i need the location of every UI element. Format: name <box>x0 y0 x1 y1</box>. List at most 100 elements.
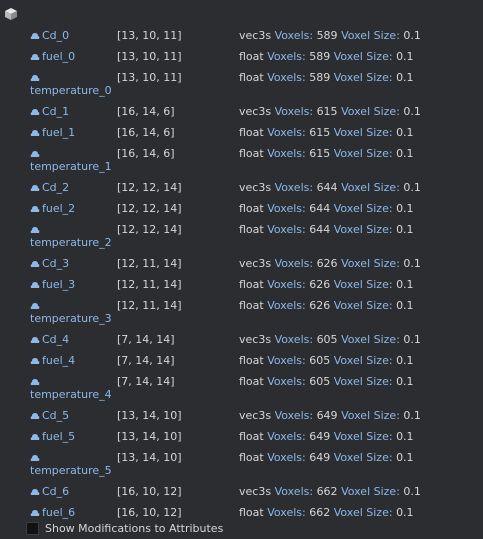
volume-icon <box>30 33 40 39</box>
voxel-size-value: 0.1 <box>403 181 421 194</box>
voxel-size-value: 0.1 <box>396 506 414 519</box>
voxel-count: 644 <box>309 202 331 215</box>
volume-type: float <box>239 354 264 367</box>
volume-info: vec3s Voxels: 662 Voxel Size: 0.1 <box>239 483 421 501</box>
volume-type: float <box>239 506 264 519</box>
volume-info: vec3s Voxels: 649 Voxel Size: 0.1 <box>239 407 421 425</box>
voxel-count: 605 <box>309 375 331 388</box>
volume-icon <box>30 434 40 440</box>
volume-row: temperature_2 [12, 12, 14] float Voxels: 6… <box>0 221 483 249</box>
volume-type: float <box>239 451 264 464</box>
voxel-count: 589 <box>309 50 331 63</box>
volume-icon <box>30 282 40 288</box>
voxel-size-label: Voxel Size: <box>341 257 400 270</box>
voxel-size-value: 0.1 <box>396 223 414 236</box>
voxel-count: 615 <box>309 147 331 160</box>
volume-name: temperature_3 <box>30 312 112 325</box>
volume-type: float <box>239 278 264 291</box>
volume-icon <box>30 54 40 60</box>
volume-info: float Voxels: 644 Voxel Size: 0.1 <box>239 221 414 239</box>
voxels-label: Voxels: <box>274 333 314 346</box>
voxel-count: 615 <box>316 105 338 118</box>
voxel-size-value: 0.1 <box>396 430 414 443</box>
volume-info: float Voxels: 626 Voxel Size: 0.1 <box>239 297 414 315</box>
volume-name: fuel_1 <box>42 126 76 139</box>
volume-name: fuel_6 <box>42 506 76 519</box>
volume-row: fuel_0 [13, 10, 11] float Voxels: 589 Voxe… <box>0 48 483 66</box>
voxels-label: Voxels: <box>274 257 314 270</box>
voxel-size-label: Voxel Size: <box>333 375 393 388</box>
volume-icon <box>30 109 40 115</box>
volume-dimensions: [16, 14, 6] <box>117 147 175 160</box>
volume-row: Cd_4 [7, 14, 14] vec3s Voxels: 605 Voxel S… <box>0 331 483 349</box>
volume-name: temperature_1 <box>30 160 112 173</box>
volume-row: temperature_5 [13, 14, 10] float Voxels: 6… <box>0 449 483 477</box>
voxels-label: Voxels: <box>267 50 306 63</box>
voxel-count: 626 <box>309 299 331 312</box>
volume-icon <box>30 303 40 309</box>
voxel-count: 644 <box>309 223 331 236</box>
voxel-count: 649 <box>316 409 338 422</box>
volume-info: float Voxels: 615 Voxel Size: 0.1 <box>239 124 414 142</box>
voxel-count: 615 <box>309 126 331 139</box>
voxel-size-value: 0.1 <box>396 375 414 388</box>
voxels-label: Voxels: <box>267 71 306 84</box>
volume-icon <box>30 413 40 419</box>
volume-row: temperature_3 [12, 11, 14] float Voxels: 6… <box>0 297 483 325</box>
voxel-count: 605 <box>316 333 338 346</box>
voxel-size-value: 0.1 <box>403 257 421 270</box>
volume-name: temperature_4 <box>30 388 112 401</box>
volume-type: vec3s <box>239 29 272 42</box>
volume-row: Cd_2 [12, 12, 14] vec3s Voxels: 644 Voxel … <box>0 179 483 197</box>
volume-dimensions: [16, 10, 12] <box>117 506 182 519</box>
voxel-size-value: 0.1 <box>403 105 421 118</box>
voxel-count: 589 <box>316 29 338 42</box>
show-modifications-checkbox[interactable] <box>26 521 39 535</box>
voxel-size-value: 0.1 <box>396 202 414 215</box>
volume-icon <box>30 337 40 343</box>
volume-info: vec3s Voxels: 626 Voxel Size: 0.1 <box>239 255 421 273</box>
voxel-count: 626 <box>316 257 338 270</box>
voxels-label: Voxels: <box>267 354 306 367</box>
volume-info: float Voxels: 644 Voxel Size: 0.1 <box>239 200 414 218</box>
voxel-size-label: Voxel Size: <box>333 430 393 443</box>
volume-dimensions: [13, 14, 10] <box>117 451 182 464</box>
voxels-label: Voxels: <box>267 223 306 236</box>
volume-icon <box>30 358 40 364</box>
volume-info: float Voxels: 649 Voxel Size: 0.1 <box>239 449 414 467</box>
voxel-size-label: Voxel Size: <box>341 409 400 422</box>
volume-info: float Voxels: 605 Voxel Size: 0.1 <box>239 352 414 370</box>
volume-dimensions: [7, 14, 14] <box>117 333 175 346</box>
voxel-size-label: Voxel Size: <box>333 50 393 63</box>
volume-dimensions: [12, 11, 14] <box>117 299 182 312</box>
volume-info: vec3s Voxels: 615 Voxel Size: 0.1 <box>239 103 421 121</box>
volume-dimensions: [12, 11, 14] <box>117 257 182 270</box>
voxel-size-label: Voxel Size: <box>333 354 393 367</box>
volume-dimensions: [16, 14, 6] <box>117 105 175 118</box>
volume-row: fuel_2 [12, 12, 14] float Voxels: 644 Voxe… <box>0 200 483 218</box>
voxel-size-value: 0.1 <box>403 29 421 42</box>
voxel-size-value: 0.1 <box>396 278 414 291</box>
show-modifications-option[interactable]: Show Modifications to Attributes <box>26 521 223 537</box>
volume-type: vec3s <box>239 485 272 498</box>
volume-row: fuel_6 [16, 10, 12] float Voxels: 662 Voxe… <box>0 504 483 522</box>
voxels-label: Voxels: <box>267 451 306 464</box>
voxel-size-label: Voxel Size: <box>333 223 393 236</box>
voxel-size-label: Voxel Size: <box>333 147 393 160</box>
voxels-label: Voxels: <box>274 105 314 118</box>
voxel-size-label: Voxel Size: <box>341 485 400 498</box>
voxel-size-value: 0.1 <box>396 126 414 139</box>
volume-dimensions: [13, 10, 11] <box>117 71 182 84</box>
volume-icon <box>30 379 40 385</box>
volume-name: fuel_4 <box>42 354 76 367</box>
volume-dimensions: [13, 10, 11] <box>117 29 182 42</box>
voxel-size-label: Voxel Size: <box>333 71 393 84</box>
voxel-size-label: Voxel Size: <box>333 278 393 291</box>
volume-info: float Voxels: 626 Voxel Size: 0.1 <box>239 276 414 294</box>
volume-dimensions: [13, 14, 10] <box>117 409 182 422</box>
voxel-size-label: Voxel Size: <box>341 29 400 42</box>
volume-dimensions: [7, 14, 14] <box>117 354 175 367</box>
volume-type: vec3s <box>239 105 272 118</box>
volume-row: fuel_4 [7, 14, 14] float Voxels: 605 Voxel… <box>0 352 483 370</box>
voxel-size-value: 0.1 <box>396 147 414 160</box>
